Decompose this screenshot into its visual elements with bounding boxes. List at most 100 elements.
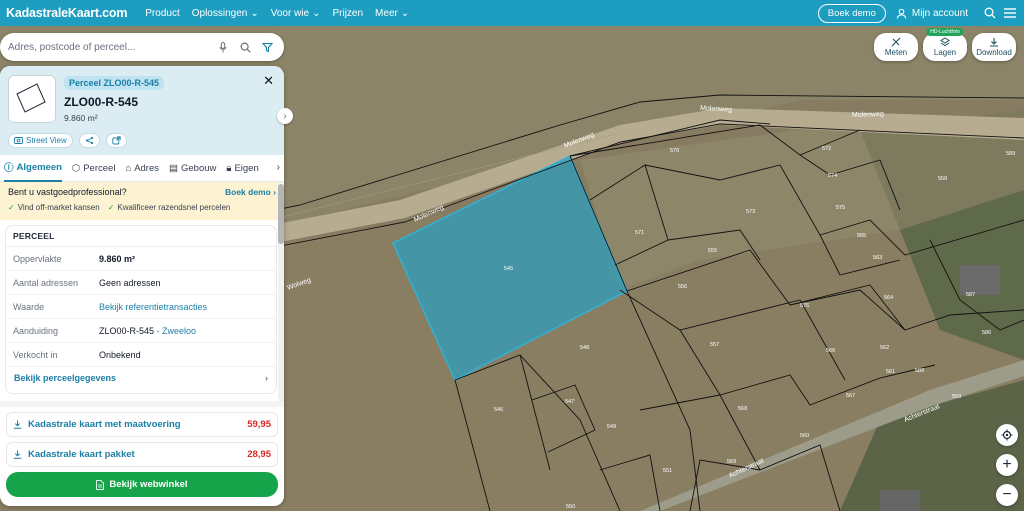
row-key: Aantal adressen [13,277,79,288]
parcel-number: 589 [1006,151,1015,157]
zoom-out-button[interactable]: − [996,484,1018,506]
promo-bullet-text: Vind off-market kansen [17,203,100,212]
book-demo-button[interactable]: Boek demo [817,3,886,23]
row-key: Oppervlakte [13,253,62,264]
tab-adres[interactable]: ⌂ Adres [125,155,159,182]
download-label: Download [976,48,1012,57]
tab-gebouw-label: Gebouw [181,162,217,174]
tab-perceel[interactable]: ⬡ Perceel [72,155,116,182]
scrollbar-thumb[interactable] [278,184,284,244]
parcel-number: 576 [800,303,809,309]
check-icon: ✓ [107,203,115,212]
info-row: Verkocht in Onbekend [6,343,276,367]
document-icon [96,479,105,490]
menu-icon[interactable] [1002,5,1018,21]
crosshair-icon [1001,429,1013,441]
zoom-in-button[interactable]: + [996,454,1018,476]
reference-transactions-link[interactable]: Bekijk referentietransacties [99,302,207,312]
building-icon: ▤ [169,162,178,174]
search-icon[interactable] [236,41,254,53]
logo[interactable]: KadastraleKaart.com [6,6,127,20]
tab-eigenaar-label: Eigen [234,162,259,174]
parcel-number: 561 [886,369,895,375]
search-icon[interactable] [982,5,998,21]
nav-meer[interactable]: Meer ⌄ [375,8,409,19]
product-price: 28,95 [247,449,271,460]
search-input[interactable]: Adres, postcode of perceel... [8,42,210,53]
row-value: Onbekend [99,349,141,360]
nav-product[interactable]: Product [145,8,179,19]
tab-bar: ⓘ Algemeen ⬡ Perceel ⌂ Adres ▤ Gebouw 🔒︎ Eige… [0,155,284,182]
panel-scroll-area[interactable]: Bent u vastgoedprofessional? Boek demo ›… [0,182,284,401]
road-label: Molenweg [852,111,884,119]
chevron-down-icon: ⌄ [250,7,259,19]
tab-gebouw[interactable]: ▤ Gebouw [169,155,216,182]
nav-voor-wie-label: Voor wie [270,7,310,19]
parcel-number: 550 [566,504,575,510]
promo-bullet: ✓ Kwalificeer razendsnel percelen [108,203,231,212]
parcel-number: 549 [607,424,616,430]
home-icon: ⌂ [125,162,132,174]
row-key: Waarde [13,301,45,312]
parcel-number: 569 [727,459,736,465]
parcel-area: 9.860 m² [64,113,98,123]
scrollbar[interactable] [278,182,284,401]
locate-button[interactable] [996,424,1018,446]
perceel-card: PERCEEL Oppervlakte 9.860 m² Aantal adres… [5,225,277,394]
lock-icon: 🔒︎ [226,162,232,174]
nav-meer-label: Meer [375,7,398,19]
product-row[interactable]: Kadastrale kaart met maatvoering 59,95 [6,412,278,437]
info-row: Waarde Bekijk referentietransacties [6,295,276,319]
nav-prijzen[interactable]: Prijzen [332,8,363,19]
parcel-number: 571 [635,230,644,236]
measure-label: Meten [884,48,908,57]
top-nav: KadastraleKaart.com Product Oplossingen ⌄… [0,0,1024,26]
share-button[interactable] [78,133,100,148]
parcel-number: 570 [670,148,679,154]
building [960,265,1000,295]
card-link-label: Bekijk perceelgegevens [14,373,117,383]
tab-perceel-label: Perceel [83,162,116,174]
municipality-link[interactable]: - Zweeloo [154,326,197,336]
building [880,490,920,511]
collapse-panel-button[interactable]: › [277,108,293,124]
parcel-number: 574 [828,173,837,179]
tab-algemeen[interactable]: ⓘ Algemeen [4,155,62,182]
promo-demo-link[interactable]: Boek demo › [225,187,276,197]
street-view-label: Street View [26,136,67,145]
measure-button[interactable]: Meten [874,33,918,61]
divider [0,401,284,407]
plus-icon: + [1002,456,1012,473]
search-bar[interactable]: Adres, postcode of perceel... [0,33,284,61]
tab-eigenaar[interactable]: 🔒︎ Eigen [226,155,258,182]
filter-icon[interactable] [258,42,276,53]
layers-button[interactable]: HD-Luchtfoto Lagen [923,28,967,61]
parcel-chip: Perceel ZLO00-R-545 [64,76,165,90]
nav-oplossingen[interactable]: Oplossingen ⌄ [192,8,259,19]
row-key: Aanduiding [13,325,59,336]
row-value: ZLO00-R-545 - Zweeloo [99,326,196,336]
product-label: Kadastrale kaart pakket [28,449,135,460]
close-icon[interactable]: ✕ [263,73,274,89]
ruler-icon [891,37,901,47]
open-external-button[interactable] [105,133,127,148]
product-row[interactable]: Kadastrale kaart pakket 28,95 [6,442,278,467]
parcel-number: 568 [738,406,747,412]
street-view-icon [14,137,23,144]
chevron-down-icon: ⌄ [312,7,321,19]
card-title: PERCEEL [6,226,276,247]
microphone-icon[interactable] [214,41,232,53]
street-view-button[interactable]: Street View [8,133,73,148]
parcel-number: 587 [966,292,975,298]
parcel-number: 565 [857,233,866,239]
zoom-controls: + − [996,424,1018,506]
tabs-next-icon[interactable]: › [276,162,280,173]
map-tools: Meten HD-Luchtfoto Lagen Download [874,28,1016,61]
user-icon [896,8,907,19]
nav-voor-wie[interactable]: Voor wie ⌄ [271,8,321,19]
parcel-number: 573 [746,209,755,215]
webshop-button[interactable]: Bekijk webwinkel [6,472,278,497]
account-link[interactable]: Mijn account [896,8,968,19]
download-button[interactable]: Download [972,33,1016,61]
view-parcel-details-link[interactable]: Bekijk perceelgegevens › [6,367,276,389]
